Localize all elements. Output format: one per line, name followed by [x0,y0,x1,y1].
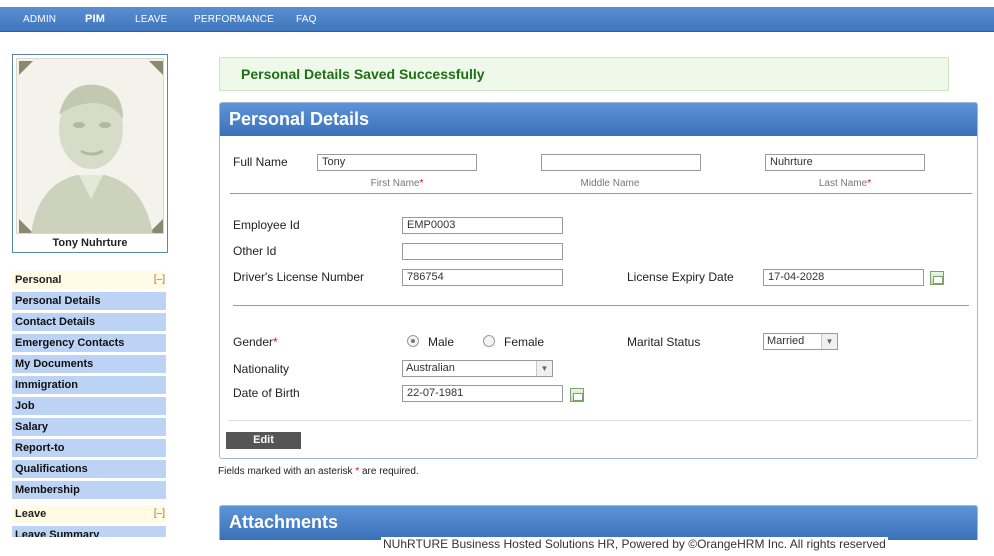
sidebar-item-membership[interactable]: Membership [12,481,166,500]
nationality-label: Nationality [233,362,290,376]
other-id-input[interactable] [402,243,563,260]
footer: NUhRTURE Business Hosted Solutions HR, P… [381,537,888,551]
gender-male-radio[interactable] [407,335,419,347]
first-name-input[interactable]: Tony [317,154,477,171]
sidebar-section-personal: Personal [–] [12,271,166,289]
sidebar-item-personal-details[interactable]: Personal Details [12,292,166,311]
collapse-toggle-personal[interactable]: [–] [154,271,165,289]
dob-input[interactable]: 22-07-1981 [402,385,563,402]
dob-label: Date of Birth [233,386,300,400]
gender-female-label: Female [504,335,545,349]
section-divider [233,305,969,306]
employee-id-label: Employee Id [233,218,300,232]
other-id-label: Other Id [233,244,277,258]
marital-status-select[interactable]: Married ▼ [763,333,838,350]
panel-title: Personal Details [220,103,977,136]
collapse-toggle-leave[interactable]: [–] [154,505,165,523]
license-number-label: Driver's License Number [233,270,364,284]
last-name-caption: Last Name* [818,178,872,189]
employee-photo-box: Tony Nuhrture [12,54,168,253]
nationality-select[interactable]: Australian ▼ [402,360,553,377]
nav-pim[interactable]: PIM [85,7,105,32]
gender-male-label: Male [428,335,455,349]
license-expiry-label: License Expiry Date [627,270,734,284]
employee-id-input[interactable]: EMP0003 [402,217,563,234]
section-divider [228,420,972,421]
sidebar-section-leave: Leave [–] [12,505,166,523]
sidebar-item-job[interactable]: Job [12,397,166,416]
calendar-icon[interactable] [570,388,584,402]
last-name-input[interactable]: Nuhrture [765,154,925,171]
sidebar-item-salary[interactable]: Salary [12,418,166,437]
success-message: Personal Details Saved Successfully [219,57,949,91]
sidebar-heading-leave: Leave [15,508,47,520]
sidebar-item-qualifications[interactable]: Qualifications [12,460,166,479]
license-number-input[interactable]: 786754 [402,269,563,286]
photo-silhouette [19,61,163,233]
nav-performance[interactable]: PERFORMANCE [194,7,274,32]
sidebar-heading-personal: Personal [15,274,62,286]
top-nav: ADMIN PIM LEAVE PERFORMANCE FAQ [0,7,994,32]
marital-status-value: Married [767,335,805,347]
required-fields-note: Fields marked with an asterisk * are req… [218,466,419,477]
middle-name-input[interactable] [541,154,701,171]
middle-name-caption: Middle Name [580,178,640,189]
sidebar-item-contact-details[interactable]: Contact Details [12,313,166,332]
sidebar-item-my-documents[interactable]: My Documents [12,355,166,374]
first-name-caption: First Name* [370,178,424,189]
sidebar-item-leave-summary[interactable]: Leave Summary [12,526,166,538]
nav-leave[interactable]: LEAVE [135,7,168,32]
employee-name: Tony Nuhrture [52,237,128,249]
license-expiry-input[interactable]: 17-04-2028 [763,269,924,286]
full-name-label: Full Name [233,155,288,169]
chevron-down-icon: ▼ [536,361,552,376]
marital-status-label: Marital Status [627,335,701,349]
nav-admin[interactable]: ADMIN [23,7,56,32]
section-divider [230,193,972,194]
nav-faq[interactable]: FAQ [296,7,317,32]
attachments-header: Attachments [219,505,978,540]
gender-label: Gender* [233,335,278,349]
nationality-value: Australian [406,362,455,374]
employee-photo[interactable] [16,58,164,234]
sidebar-item-immigration[interactable]: Immigration [12,376,166,395]
edit-button[interactable]: Edit [226,432,301,449]
personal-details-panel: Personal Details Full Name Tony Nuhrture… [219,102,978,459]
gender-female-radio[interactable] [483,335,495,347]
chevron-down-icon: ▼ [821,334,837,349]
calendar-icon[interactable] [930,271,944,285]
sidebar-item-emergency-contacts[interactable]: Emergency Contacts [12,334,166,353]
sidebar-item-report-to[interactable]: Report-to [12,439,166,458]
